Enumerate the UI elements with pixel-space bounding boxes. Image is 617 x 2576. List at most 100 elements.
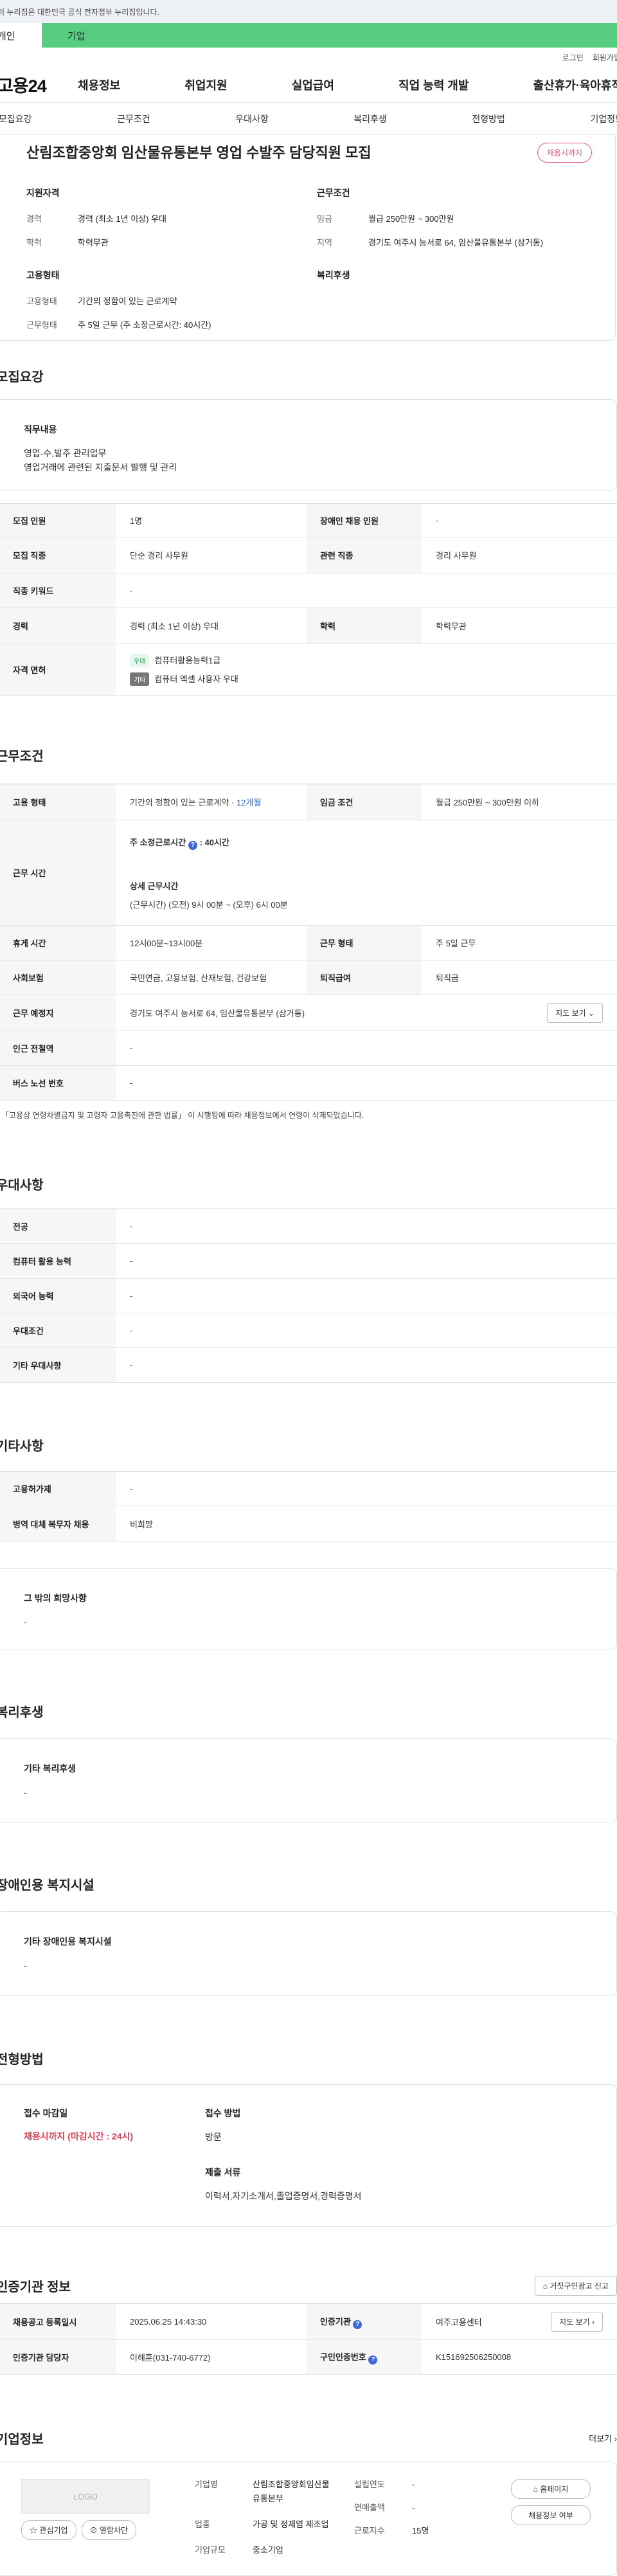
company-key: 연매출액	[354, 2501, 412, 2515]
table-value: -	[116, 1313, 617, 1348]
chevron-right-icon: ›	[614, 2434, 617, 2444]
homepage-button[interactable]: ⌂ 홈페이지	[511, 2479, 591, 2499]
anchor-recruit[interactable]: 모집요강	[0, 113, 32, 125]
site-logo[interactable]: 고용24	[0, 72, 78, 97]
company-scale: 중소기업	[253, 2543, 283, 2557]
summary-conditions: 근무조건 임금월급 250만원 ~ 300만원 지역경기도 여주시 능서로 64…	[317, 186, 574, 260]
table-row: 경력 경력 (최소 1년 이상) 우대 학력 학력무관	[0, 608, 617, 644]
gnb-item-unemployment-benefit[interactable]: 실업급여	[292, 77, 334, 93]
table-row: 자격 면허 우대컴퓨터활용능력1급 기타컴퓨터 엑셀 사용자 우대	[0, 644, 617, 696]
weekly-hours-label: 주 소정근로시간	[130, 838, 186, 847]
summary-key: 경력	[26, 212, 78, 224]
company-key: 기업규모	[195, 2543, 253, 2557]
license-item: 컴퓨터활용능력1급	[154, 656, 220, 665]
table-value: 1명	[116, 504, 306, 537]
anchor-welfare[interactable]: 복리후생	[353, 113, 387, 125]
anchor-work[interactable]: 근무조건	[117, 113, 150, 125]
login-link[interactable]: 로그인	[562, 52, 584, 63]
user-type-tabs: 개인 기업	[0, 23, 617, 48]
help-icon[interactable]: ?	[368, 2355, 377, 2364]
welfare-box: 기타 복리후생 -	[0, 1738, 617, 1823]
block-view-button[interactable]: ⊘ 열람차단	[82, 2520, 137, 2540]
map-button[interactable]: 지도 보기 ⌄	[547, 1003, 603, 1023]
gnb-item-employment-support[interactable]: 취업지원	[184, 77, 227, 93]
table-key: 우대조건	[0, 1313, 116, 1348]
docs-value: 이력서,자기소개서,졸업증명서,경력증명서	[205, 2189, 362, 2203]
anchor-company[interactable]: 기업정보	[590, 113, 617, 125]
recruit-table: 모집 인원 1명 장애인 채용 인원 - 모집 직종 단순 경리 사무원 관련 …	[0, 503, 617, 696]
summary-row: 고용형태기간의 정함이 있는 근로계약	[26, 294, 283, 307]
map-button-label: 지도 보기	[555, 1009, 586, 1018]
recruit-section-title: 모집요강	[0, 366, 617, 385]
table-key: 병역 대체 복무자 채용	[0, 1506, 116, 1542]
table-value: 주 소정근로시간 ? : 40시간 상세 근무시간 (근무시간) (오전) 9시…	[116, 820, 617, 926]
selection-card: 접수 마감일 채용시까지 (마감시간 : 24시) 접수 방법 방문 제출 서류…	[0, 2084, 617, 2227]
table-row: 근무 시간 주 소정근로시간 ? : 40시간 상세 근무시간 (근무시간) (…	[0, 820, 617, 926]
facility-box: 기타 장애인용 복지시설 -	[0, 1911, 617, 1996]
facility-box-heading: 기타 장애인용 복지시설	[24, 1935, 588, 1948]
agency-map-button[interactable]: 지도 보기 ›	[551, 2312, 603, 2332]
summary-row: 임금월급 250만원 ~ 300만원	[317, 212, 574, 224]
table-value: -	[116, 1031, 617, 1066]
table-key: 근무 시간	[0, 820, 116, 926]
deadline-block: 접수 마감일 채용시까지 (마감시간 : 24시)	[24, 2107, 133, 2143]
table-row: 채용공고 등록일시 2025.06.25 14:43:30 인증기관 ? 여주고…	[0, 2304, 617, 2340]
table-key: 사회보험	[0, 960, 116, 995]
company-info-right: 설립연도- 연매출액- 근로자수15명	[354, 2478, 429, 2538]
tab-personal[interactable]: 개인	[0, 23, 42, 48]
deadline-heading: 접수 마감일	[24, 2107, 133, 2120]
summary-key: 근무형태	[26, 318, 78, 330]
company-name: 산림조합중앙회임산물유통본부	[253, 2478, 336, 2506]
table-value: 경력 (최소 1년 이상) 우대	[116, 608, 306, 644]
job-summary-card: 산림조합중앙회 임산물유통본부 영업 수발주 담당직원 모집 채용시까지 지원자…	[0, 135, 616, 341]
help-icon[interactable]: ?	[353, 2320, 362, 2329]
gnb-item-parental-leave[interactable]: 출산휴가·육아휴직	[533, 77, 617, 93]
table-key: 장애인 채용 인원	[306, 504, 422, 537]
tab-company[interactable]: 기업	[42, 23, 617, 48]
summary-row: 학력학력무관	[26, 236, 283, 248]
homepage-label: 홈페이지	[540, 2485, 568, 2494]
table-key: 고용 형태	[0, 784, 116, 820]
anchor-selection[interactable]: 전형방법	[472, 113, 505, 125]
summary-qualification: 지원자격 경력경력 (최소 1년 이상) 우대 학력학력무관	[26, 186, 283, 260]
table-value: -	[116, 1066, 617, 1101]
star-icon: ☆	[30, 2526, 37, 2535]
report-button-label: 거짓구인광고 신고	[550, 2282, 609, 2291]
table-value: 비희망	[116, 1506, 617, 1542]
table-key: 관련 직종	[306, 537, 422, 573]
report-button[interactable]: ⌂ 거짓구인광고 신고	[535, 2276, 617, 2296]
summary-employment: 고용형태 고용형태기간의 정함이 있는 근로계약 근무형태주 5일 근무 (주 …	[26, 269, 283, 342]
summary-value: 경기도 여주시 능서로 64, 임산물유통본부 (삼거동)	[368, 236, 543, 248]
company-key: 근로자수	[354, 2524, 412, 2538]
company-sales: -	[412, 2501, 415, 2515]
block-icon: ⊘	[90, 2526, 98, 2535]
table-value: K151692506250008	[422, 2340, 617, 2375]
table-key: 버스 노선 번호	[0, 1066, 116, 1101]
company-more-link[interactable]: 더보기 ›	[589, 2432, 617, 2444]
work-place-address: 경기도 여주시 능서로 64, 임산물유통본부 (삼거동)	[130, 1007, 305, 1019]
selection-section-title: 전형방법	[0, 2049, 617, 2067]
chevron-down-icon: ⌄	[588, 1009, 595, 1018]
agency-section-title: 인증기관 정보	[0, 2276, 71, 2295]
anchor-prefer[interactable]: 우대사항	[235, 113, 269, 125]
interest-company-button[interactable]: ☆ 관심기업	[21, 2520, 76, 2540]
company-header: 기업정보 더보기 ›	[0, 2429, 617, 2447]
gnb-item-jobs[interactable]: 채용정보	[78, 77, 120, 93]
company-jobs-button[interactable]: 채용정보 여부	[511, 2505, 591, 2525]
table-row: 고용허가제-	[0, 1472, 617, 1506]
signup-link[interactable]: 회원가입	[593, 52, 617, 63]
agency-header: 인증기관 정보 ⌂ 거짓구인광고 신고	[0, 2276, 617, 2296]
table-key: 퇴직급여	[306, 960, 422, 995]
table-key: 외국어 능력	[0, 1279, 116, 1313]
company-founded: -	[412, 2478, 415, 2492]
table-row: 직종 키워드 -	[0, 573, 617, 608]
help-icon[interactable]: ?	[188, 841, 197, 850]
table-key: 인증기관 ?	[306, 2304, 422, 2340]
table-key: 인증기관 담당자	[0, 2340, 116, 2375]
summary-value: 월급 250만원 ~ 300만원	[368, 212, 454, 224]
table-key: 전공	[0, 1209, 116, 1244]
chevron-right-icon: ›	[592, 2318, 595, 2327]
gov-banner-text: 이 누리집은 대한민국 공식 전자정부 누리집입니다.	[0, 6, 159, 17]
summary-row: 경력경력 (최소 1년 이상) 우대	[26, 212, 283, 224]
gnb-item-skill-development[interactable]: 직업 능력 개발	[398, 77, 469, 93]
